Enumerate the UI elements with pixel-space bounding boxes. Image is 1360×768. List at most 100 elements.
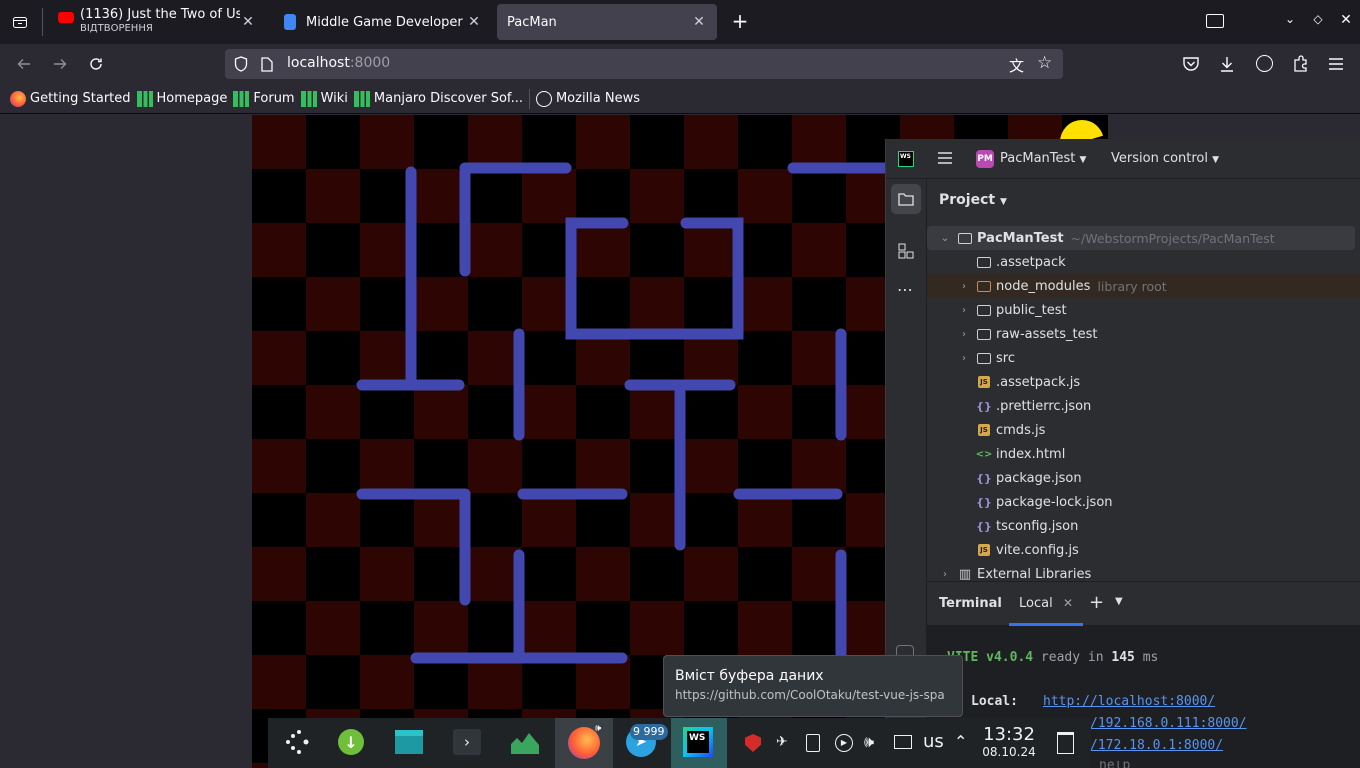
maximize-icon[interactable]: ◇ (1310, 12, 1326, 32)
forward-icon[interactable] (48, 52, 72, 76)
chevron-down-icon[interactable]: ▼ (1115, 596, 1123, 607)
version-control-selector[interactable]: Version control ▼ (1111, 151, 1219, 166)
chevron-right-icon[interactable]: › (939, 569, 951, 580)
terminal-tab-local[interactable]: Local ✕ (1009, 582, 1083, 626)
tab-title: PacMan (507, 14, 557, 30)
security-shield-icon[interactable] (745, 734, 761, 752)
url-bar[interactable]: localhost:8000 文 ☆ (225, 49, 1063, 79)
tree-row-assetpack-js[interactable]: JS .assetpack.js (927, 370, 1360, 394)
reload-icon[interactable] (84, 52, 108, 76)
chevron-down-icon[interactable]: ⌄ (939, 233, 951, 244)
main-menu-icon[interactable] (937, 151, 953, 169)
minimize-icon[interactable]: ⌄ (1282, 12, 1298, 32)
chevron-right-icon[interactable]: › (958, 329, 970, 340)
back-icon[interactable] (12, 52, 36, 76)
tree-row-index-html[interactable]: <> index.html (927, 442, 1360, 466)
url-port: :8000 (349, 55, 391, 71)
shield-icon[interactable] (234, 56, 248, 76)
bookmark-label: Getting Started (30, 91, 131, 106)
more-tools-icon[interactable]: ⋯ (897, 280, 914, 299)
close-icon[interactable]: ✕ (1063, 596, 1073, 610)
url-host: localhost (287, 55, 350, 71)
close-tab-icon[interactable]: ✕ (691, 14, 707, 30)
json-file-icon: {} (976, 519, 992, 533)
project-selector[interactable]: PacManTest ▼ (1000, 151, 1086, 166)
pocket-icon[interactable] (1182, 56, 1200, 76)
file-manager-icon[interactable] (392, 725, 426, 759)
bookmark-label: Manjaro Discover Sof... (373, 91, 523, 106)
app-launcher-icon[interactable] (280, 725, 314, 759)
close-window-icon[interactable]: ✕ (1338, 12, 1354, 32)
globe-icon (535, 90, 552, 107)
network-url-link[interactable]: /172.18.0.1:8000/ (1090, 738, 1223, 753)
page-info-icon[interactable] (261, 57, 273, 76)
local-url-link[interactable]: http://localhost:8000/ (1043, 694, 1215, 709)
tree-item-label: public_test (996, 302, 1067, 318)
network-icon[interactable] (894, 735, 912, 749)
chevron-up-icon[interactable]: ⌃ (954, 732, 967, 751)
downloads-icon[interactable] (1219, 55, 1235, 77)
tree-row-cmds-js[interactable]: JS cmds.js (927, 418, 1360, 442)
tab-google-doc[interactable]: Middle Game Developer - C ✕ (272, 4, 492, 40)
tree-row-src[interactable]: › src (927, 346, 1360, 370)
bookmark-wiki[interactable]: Wiki (300, 90, 348, 107)
firefox-icon (10, 90, 26, 107)
tree-row-pacmantest[interactable]: ⌄ PacManTest ~/WebstormProjects/PacManTest (927, 226, 1355, 250)
network-url-link[interactable]: /192.168.0.111:8000/ (1090, 716, 1247, 731)
tree-row-raw-assets-test[interactable]: › raw-assets_test (927, 322, 1360, 346)
clipboard-icon[interactable] (806, 734, 820, 752)
terminal-title: Terminal (939, 596, 1002, 611)
media-player-icon[interactable]: ▶ (835, 734, 853, 752)
project-tool-icon[interactable] (891, 184, 921, 214)
bookmark-mozilla-news[interactable]: Mozilla News (535, 90, 640, 107)
picture-in-picture-icon[interactable] (1206, 14, 1224, 28)
tree-row-assetpack[interactable]: .assetpack (927, 250, 1360, 274)
project-badge[interactable]: PM (976, 150, 994, 168)
tab-subtitle: ВІДТВОРЕННЯ (80, 23, 153, 34)
chevron-down-icon: ▼ (999, 197, 1007, 207)
clock[interactable]: 13:32 08.10.24 (980, 725, 1038, 760)
menu-icon[interactable] (1328, 57, 1344, 75)
bookmark-forum[interactable]: Forum (233, 90, 295, 107)
terminal-app-icon[interactable]: › (450, 725, 484, 759)
trash-icon[interactable] (1057, 732, 1074, 754)
tree-row-public-test[interactable]: › public_test (927, 298, 1360, 322)
tree-row-vite-config-js[interactable]: JS vite.config.js (927, 538, 1360, 562)
translate-icon[interactable]: 文 (1009, 55, 1024, 76)
structure-tool-icon[interactable] (898, 243, 914, 263)
new-tab-icon[interactable]: + (730, 11, 750, 32)
tree-row-tsconfig-json[interactable]: {} tsconfig.json (927, 514, 1360, 538)
new-terminal-icon[interactable]: + (1089, 592, 1104, 613)
folder-icon (976, 278, 992, 294)
js-file-icon: JS (976, 542, 992, 558)
close-tab-icon[interactable]: ✕ (240, 14, 256, 30)
chevron-right-icon[interactable]: › (958, 305, 970, 316)
volume-icon[interactable]: 🕪 (864, 732, 874, 752)
extensions-icon[interactable] (1292, 55, 1309, 76)
bookmark-manjaro-discover[interactable]: Manjaro Discover Sof... (353, 90, 523, 107)
taskbar-active-firefox[interactable]: 🕪 (555, 718, 613, 768)
bookmark-getting-started[interactable]: Getting Started (10, 90, 131, 107)
tree-row-package-lock-json[interactable]: {} package-lock.json (927, 490, 1360, 514)
system-monitor-icon[interactable] (508, 725, 542, 759)
manjaro-icon (353, 90, 370, 107)
url-text[interactable]: localhost:8000 (287, 55, 390, 71)
close-tab-icon[interactable]: ✕ (466, 14, 482, 30)
bookmark-homepage[interactable]: Homepage (136, 90, 227, 107)
chevron-right-icon[interactable]: › (958, 281, 970, 292)
account-icon[interactable] (1256, 55, 1273, 72)
tree-row-package-json[interactable]: {} package.json (927, 466, 1360, 490)
telegram-tray-icon[interactable]: ✈ (776, 734, 788, 750)
chevron-right-icon[interactable]: › (958, 353, 970, 364)
software-update-icon[interactable]: ↓ (334, 725, 368, 759)
bookmark-star-icon[interactable]: ☆ (1037, 53, 1052, 73)
tree-row-node-modules[interactable]: › node_modules library root (927, 274, 1360, 298)
taskbar-active-webstorm[interactable]: WS (671, 718, 727, 768)
tab-list-icon[interactable] (10, 12, 30, 32)
tree-row-prettierrc-json[interactable]: {} .prettierrc.json (927, 394, 1360, 418)
project-panel-title[interactable]: Project ▼ (939, 192, 1007, 208)
keyboard-layout[interactable]: us (923, 731, 944, 752)
tab-youtube[interactable]: (1136) Just the Two of Us - ВІДТВОРЕННЯ … (48, 4, 266, 40)
tab-pacman[interactable]: PacMan ✕ (497, 4, 717, 40)
tree-item-hint: ~/WebstormProjects/PacManTest (1070, 230, 1275, 246)
